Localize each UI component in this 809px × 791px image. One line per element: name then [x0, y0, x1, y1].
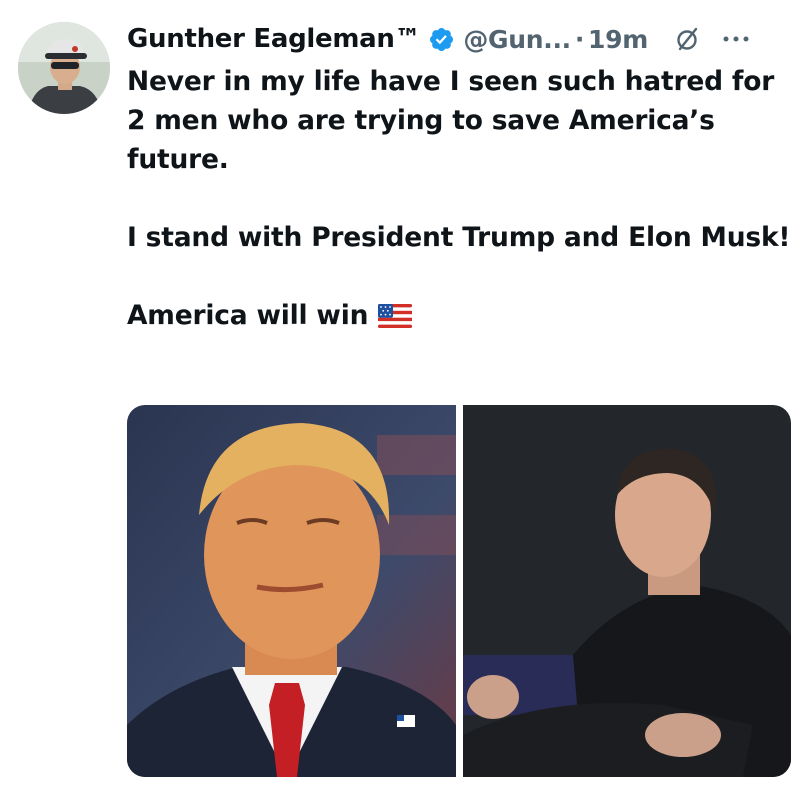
us-flag-emoji — [378, 300, 413, 328]
tweet-paragraph: I stand with President Trump and Elon Mu… — [127, 222, 791, 253]
tweet-paragraph: Never in my life have I seen such hatred… — [127, 66, 775, 175]
verified-badge-icon — [428, 26, 455, 53]
tweet-paragraph-text: America will win — [127, 300, 369, 331]
tweet-header: Gunther Eagleman™ @Gun... · 19m — [127, 18, 791, 60]
avatar[interactable] — [18, 22, 110, 114]
media-photo-left[interactable] — [127, 405, 456, 777]
avatar-image — [18, 22, 110, 114]
author-name[interactable]: Gunther Eagleman™ — [127, 24, 421, 54]
author-handle[interactable]: @Gun... — [463, 25, 571, 54]
more-options-icon[interactable] — [722, 25, 750, 53]
media-photo-right[interactable] — [463, 405, 791, 777]
portrait-photo-right — [463, 405, 791, 777]
portrait-photo-left — [127, 405, 456, 777]
separator-dot: · — [574, 24, 585, 54]
timestamp[interactable]: 19m — [588, 25, 648, 54]
grok-icon[interactable] — [674, 25, 702, 53]
tweet-paragraph: America will win — [127, 296, 797, 335]
tweet-text: Never in my life have I seen such hatred… — [127, 62, 797, 335]
tweet-media-grid — [127, 405, 791, 777]
